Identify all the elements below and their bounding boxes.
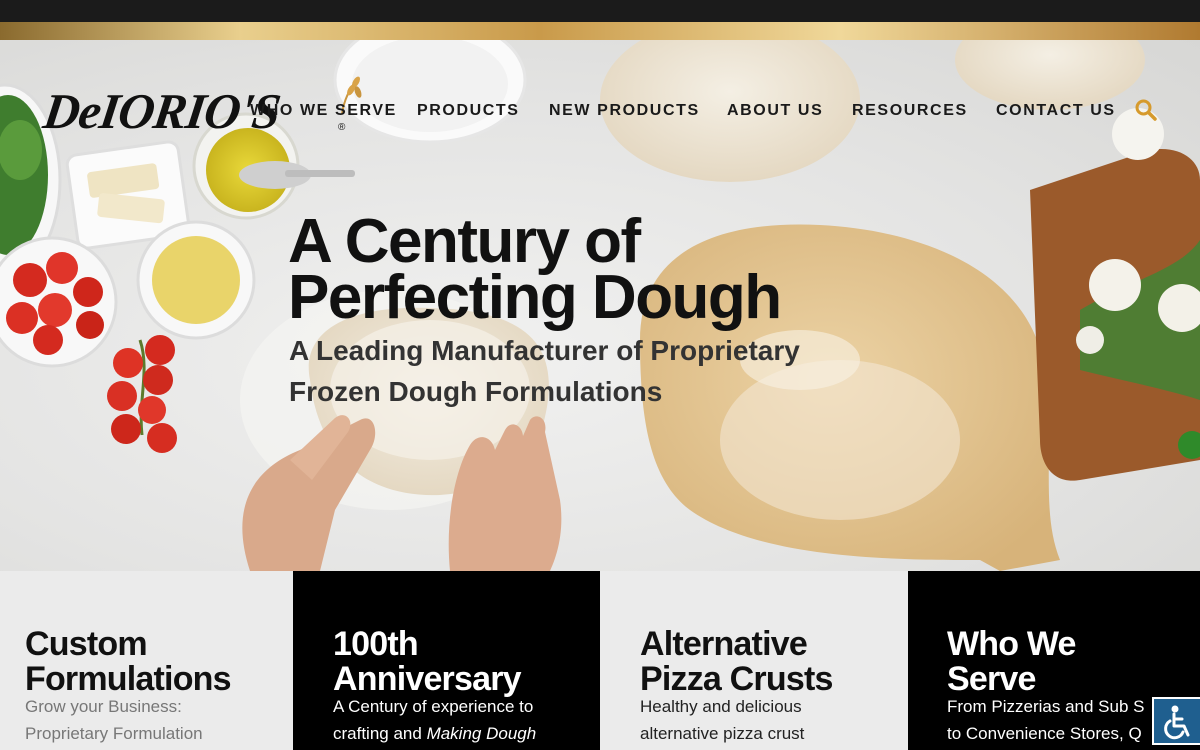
- card-text: Healthy and delicious alternative pizza c…: [640, 693, 804, 747]
- card-text-line2: to Convenience Stores, Q: [947, 724, 1142, 743]
- card-100th-anniversary[interactable]: 100th Anniversary A Century of experience…: [293, 571, 600, 750]
- hero-subheadline-line1: A Leading Manufacturer of Proprietary: [289, 335, 800, 366]
- gold-accent-bar: [0, 22, 1200, 40]
- card-title: 100th Anniversary: [333, 625, 522, 697]
- card-title-line1: Alternative: [640, 625, 808, 663]
- wheelchair-icon: [1164, 705, 1190, 740]
- card-title-line1: Who We: [947, 625, 1076, 663]
- card-text: Grow your Business: Proprietary Formulati…: [25, 693, 203, 747]
- card-custom-formulations[interactable]: Custom Formulations Grow your Business: Pr…: [0, 571, 293, 750]
- card-text-line1: Grow your Business:: [25, 697, 182, 716]
- top-black-bar: [0, 0, 1200, 22]
- feature-cards: Custom Formulations Grow your Business: Pr…: [0, 571, 1200, 750]
- card-text-line2: Proprietary Formulation: [25, 724, 203, 743]
- logo-wordmark: DeIORIO'S: [40, 83, 284, 139]
- hero-subheadline: A Leading Manufacturer of Proprietary Fr…: [289, 330, 889, 412]
- card-text-line1: Healthy and delicious: [640, 697, 802, 716]
- hero-headline: A Century of Perfecting Dough: [288, 211, 888, 329]
- card-title-line1: Custom: [25, 625, 148, 663]
- card-text: From Pizzerias and Sub S to Convenience S…: [947, 693, 1144, 747]
- search-icon: [1135, 99, 1157, 121]
- nav-resources[interactable]: RESOURCES: [852, 102, 968, 120]
- card-text-line1: From Pizzerias and Sub S: [947, 697, 1145, 716]
- hero-headline-line2: Perfecting Dough: [288, 263, 782, 332]
- card-text-line2: alternative pizza crust: [640, 724, 805, 743]
- nav-contact-us[interactable]: CONTACT US: [996, 102, 1116, 120]
- nav-about-us[interactable]: ABOUT US: [727, 102, 823, 120]
- nav-who-we-serve[interactable]: WHO WE SERVE: [250, 102, 397, 120]
- card-text-emphasis: Making Dough: [426, 724, 537, 743]
- card-title: Alternative Pizza Crusts: [640, 627, 833, 697]
- card-title: Custom Formulations: [25, 625, 232, 697]
- card-title: Who We Serve: [947, 627, 1076, 697]
- card-text: A Century of experience to crafting and M…: [333, 693, 536, 747]
- hero-subheadline-line2: Frozen Dough Formulations: [289, 376, 663, 407]
- accessibility-button[interactable]: [1152, 697, 1200, 745]
- registered-mark: ®: [338, 122, 346, 133]
- search-button[interactable]: [1134, 98, 1158, 122]
- nav-products[interactable]: PRODUCTS: [417, 102, 520, 120]
- card-title-line1: 100th: [333, 625, 419, 663]
- card-alternative-pizza-crusts[interactable]: Alternative Pizza Crusts Healthy and deli…: [600, 571, 908, 750]
- nav-new-products[interactable]: NEW PRODUCTS: [549, 102, 700, 120]
- hero-section: DeIORIO'S ® WHO WE SERVE PRODUCTS NEW PR…: [0, 40, 1200, 571]
- card-text-line1: A Century of experience to: [333, 697, 534, 716]
- card-text-line2: crafting and: [333, 724, 427, 743]
